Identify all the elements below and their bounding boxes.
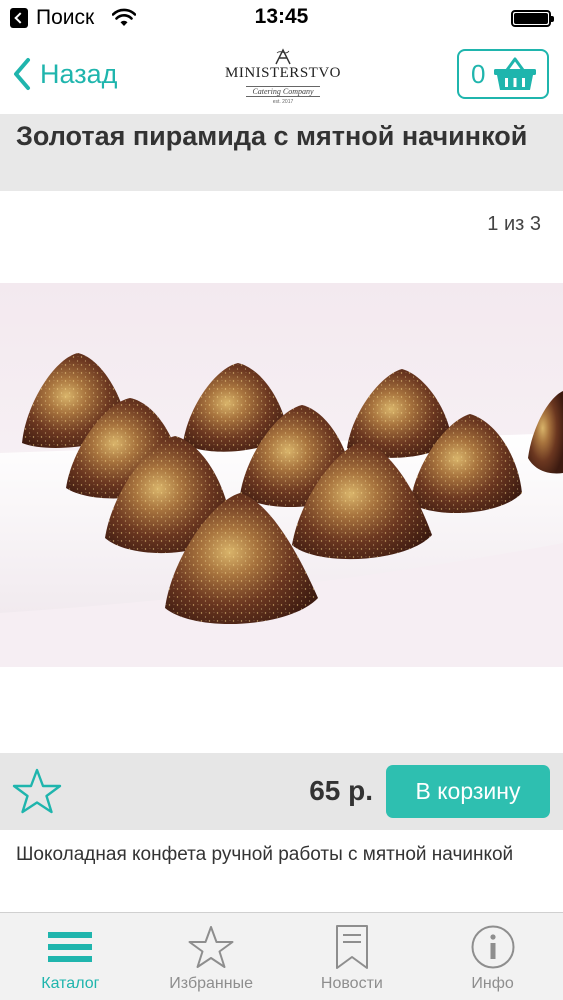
tab-label: Избранные [169, 975, 253, 992]
battery-icon [511, 10, 554, 27]
star-outline-icon [12, 768, 62, 814]
chevron-left-icon [14, 58, 30, 90]
cart-button[interactable]: 0 [457, 49, 549, 99]
logo-monogram-icon [275, 48, 291, 65]
brand-logo: MINISTERSTVO Catering Company est. 2017 [218, 48, 348, 105]
nav-bar: Назад MINISTERSTVO Catering Company est.… [0, 36, 563, 114]
product-title-band: Золотая пирамида с мятной начинкой [0, 114, 563, 191]
tab-news[interactable]: Новости [282, 913, 423, 1000]
back-button-label: Назад [40, 58, 118, 89]
logo-title: MINISTERSTVO [224, 65, 341, 81]
bookmark-icon [334, 923, 370, 971]
info-icon [470, 923, 516, 971]
product-gallery[interactable]: 1 из 3 [0, 191, 563, 753]
tab-label: Инфо [471, 975, 514, 992]
menu-icon [47, 923, 93, 971]
product-title: Золотая пирамида с мятной начинкой [16, 121, 528, 151]
cart-count: 0 [471, 58, 486, 89]
tab-favorites[interactable]: Избранные [141, 913, 282, 1000]
product-action-bar: 65 р. В корзину [0, 753, 563, 830]
add-to-cart-button[interactable]: В корзину [386, 765, 550, 818]
tab-info[interactable]: Инфо [422, 913, 563, 1000]
tab-label: Каталог [41, 975, 100, 992]
tab-catalog[interactable]: Каталог [0, 913, 141, 1000]
status-time: 13:45 [254, 5, 309, 28]
logo-subtitle: Catering Company [246, 86, 320, 97]
star-icon [187, 923, 235, 971]
tab-bar: Каталог Избранные Новости Инфо [0, 912, 563, 1000]
basket-icon [494, 57, 536, 90]
favorite-button[interactable] [12, 767, 62, 815]
product-price: 65 р. [309, 775, 373, 806]
image-counter: 1 из 3 [487, 213, 541, 235]
tab-label: Новости [320, 975, 383, 992]
status-bar: Поиск 13:45 [0, 0, 563, 36]
product-description: Шоколадная конфета ручной работы с мятно… [16, 844, 514, 865]
back-button[interactable]: Назад [12, 54, 117, 94]
logo-est: est. 2017 [272, 99, 294, 105]
product-photo[interactable] [0, 283, 563, 667]
